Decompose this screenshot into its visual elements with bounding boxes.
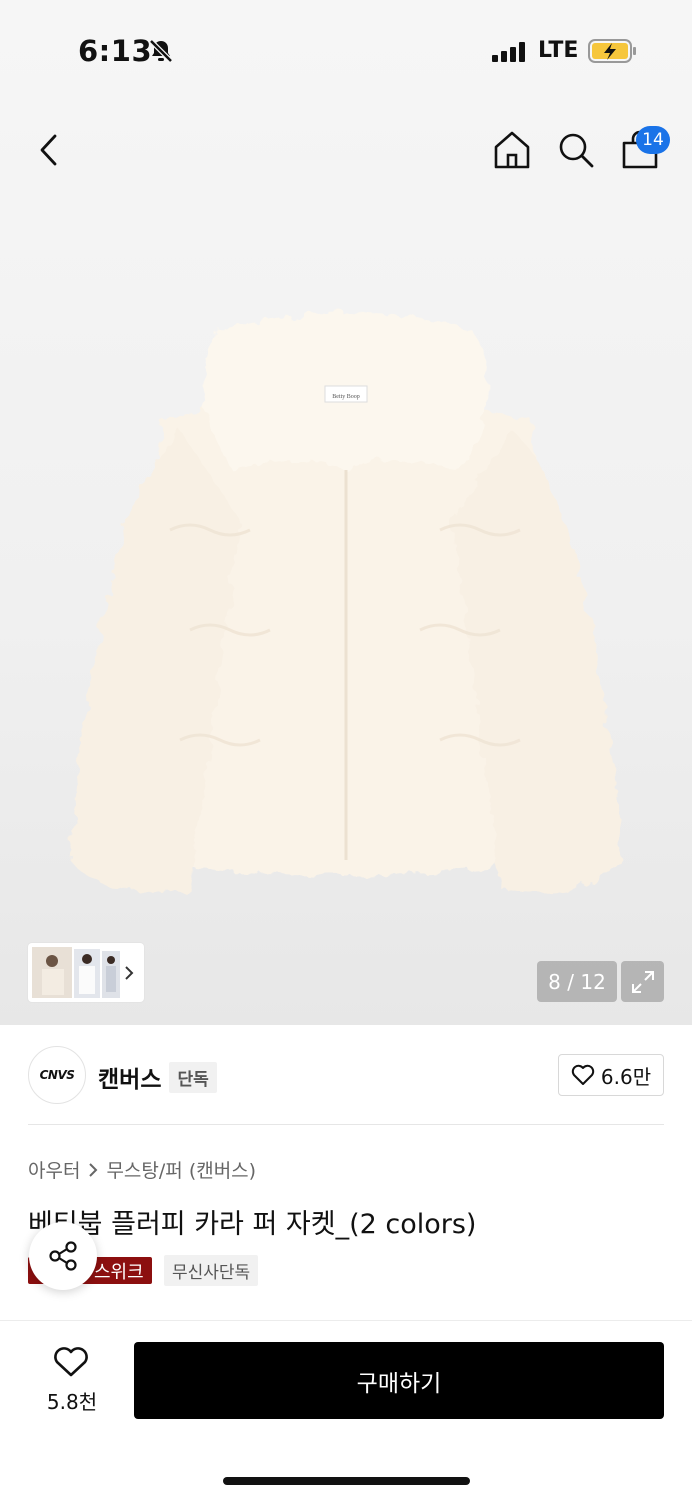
battery-charging-icon bbox=[588, 39, 636, 63]
bell-muted-icon bbox=[149, 39, 173, 63]
product-title: 베티붑 플러피 카라 퍼 자켓_(2 colors) bbox=[28, 1209, 477, 1240]
network-label: LTE bbox=[538, 38, 579, 63]
thumbnail-images bbox=[32, 947, 134, 998]
breadcrumb-item[interactable]: 무스탕/퍼 (캔버스) bbox=[106, 1156, 256, 1183]
brand-like-count: 6.6만 bbox=[600, 1064, 652, 1089]
exclusive-tag: 단독 bbox=[169, 1061, 217, 1093]
promo-tag-label: 스위크 bbox=[94, 1261, 144, 1283]
home-icon[interactable] bbox=[493, 130, 531, 170]
back-icon[interactable] bbox=[36, 133, 62, 167]
wishlist-heart-icon[interactable] bbox=[53, 1346, 89, 1378]
brand-name-text: 캔버스 bbox=[98, 1067, 162, 1093]
divider bbox=[28, 1124, 664, 1125]
thumbnail-strip[interactable] bbox=[28, 943, 144, 1002]
brand-logo[interactable]: CNVS bbox=[28, 1046, 86, 1104]
wishlist-count: 5.8천 bbox=[46, 1390, 98, 1414]
product-image[interactable]: Betty Boop bbox=[40, 300, 652, 930]
share-icon bbox=[49, 1241, 77, 1271]
buy-button[interactable]: 구매하기 bbox=[134, 1342, 664, 1419]
image-counter: 8 / 12 bbox=[537, 961, 617, 1002]
breadcrumb-item[interactable]: 아우터 bbox=[28, 1156, 80, 1183]
brand-name[interactable]: 캔버스 단독 bbox=[98, 1060, 217, 1094]
home-indicator bbox=[223, 1477, 470, 1485]
signal-icon bbox=[492, 42, 525, 62]
exclusive-badge: 무신사단독 bbox=[164, 1255, 259, 1286]
exclusive-badge-label: 무신사단독 bbox=[164, 1255, 259, 1286]
brand-like-button[interactable]: 6.6만 bbox=[558, 1054, 664, 1096]
heart-icon bbox=[571, 1064, 595, 1085]
breadcrumb: 아우터 무스탕/퍼 (캔버스) bbox=[28, 1156, 256, 1183]
status-time: 6:13 bbox=[78, 34, 153, 68]
svg-text:Betty Boop: Betty Boop bbox=[332, 394, 360, 400]
cart-count-badge: 14 bbox=[636, 126, 670, 154]
expand-icon bbox=[631, 970, 654, 993]
share-button[interactable] bbox=[29, 1222, 97, 1290]
expand-button[interactable] bbox=[621, 961, 664, 1002]
search-icon[interactable] bbox=[557, 131, 595, 169]
brand-logo-text: CNVS bbox=[39, 1068, 75, 1082]
chevron-right-icon bbox=[89, 1162, 98, 1177]
